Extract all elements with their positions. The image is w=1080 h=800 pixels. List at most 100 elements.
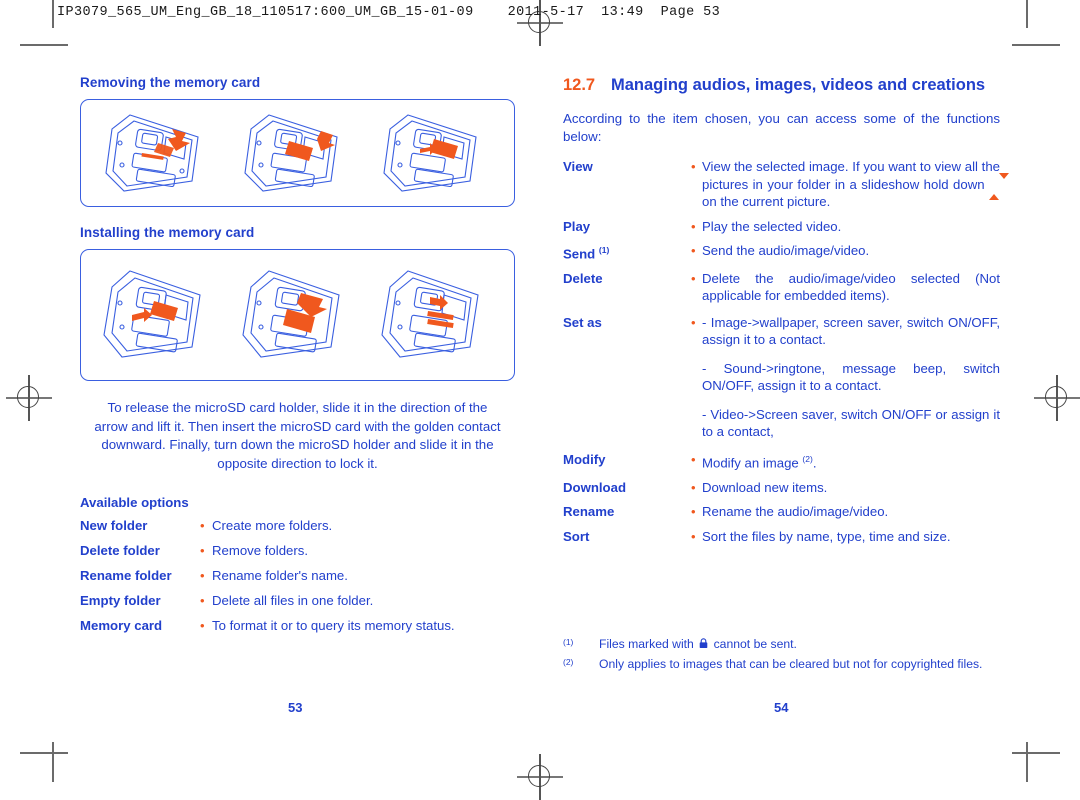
option-row-memory-card: Memory card • To format it or to query i…: [80, 617, 515, 634]
function-row-sort: Sort • Sort the files by name, type, tim…: [563, 528, 1000, 546]
function-description: Play the selected video.: [702, 218, 842, 234]
left-page-column: Removing the memory card Installing the …: [80, 75, 515, 642]
function-term: Modify: [563, 451, 606, 467]
function-row-modify: Modify • Modify an image (2).: [563, 451, 1000, 472]
function-description-after: on the current picture.: [702, 194, 831, 209]
function-description-text: Modify an image: [702, 455, 803, 471]
footnote-text: Only applies to images that can be clear…: [599, 656, 983, 671]
footnote-text-before: Files marked with: [599, 637, 698, 651]
bullet-icon: •: [691, 270, 696, 286]
bullet-icon: •: [691, 504, 696, 520]
heading-available-options: Available options: [80, 495, 189, 510]
bullet-icon: •: [691, 479, 696, 495]
print-header-text: IP3079_565_UM_Eng_GB_18_110517:600_UM_GB…: [57, 5, 721, 20]
trim-mark-top-left-horizontal: [20, 44, 68, 46]
function-description: View the selected image. If you want to …: [702, 158, 1009, 211]
bullet-icon: •: [691, 314, 696, 330]
function-description-tail: .: [812, 455, 817, 471]
option-term: Memory card: [80, 618, 163, 633]
option-row-empty-folder: Empty folder • Delete all files in one f…: [80, 592, 515, 609]
option-description: To format it or to query its memory stat…: [212, 618, 455, 633]
option-description: Create more folders.: [212, 518, 333, 533]
function-row-rename: Rename • Rename the audio/image/video.: [563, 503, 1000, 521]
function-row-send: Send (1) • Send the audio/image/video.: [563, 242, 1000, 263]
intro-paragraph: According to the item chosen, you can ac…: [563, 111, 1000, 144]
footnote-ref-1: (1): [598, 245, 610, 255]
set-as-sub-item-video: - Video->Screen saver, switch ON/OFF or …: [702, 406, 1000, 440]
function-row-play: Play • Play the selected video.: [563, 218, 1000, 236]
option-description: Delete all files in one folder.: [212, 593, 374, 608]
function-term: Download: [563, 479, 627, 495]
page-number-right: 54: [774, 700, 789, 715]
bullet-icon: •: [691, 528, 696, 544]
trim-mark-bottom-left-horizontal: [20, 752, 68, 754]
illustration-removing-memory-card: [80, 99, 515, 207]
page-number-left: 53: [288, 700, 303, 715]
registration-mark-right: [1034, 375, 1080, 421]
function-description: Delete the audio/image/video selected (N…: [702, 270, 1000, 304]
section-heading: 12.7 Managing audios, images, videos and…: [563, 75, 1000, 96]
function-term: Send (1): [563, 242, 691, 263]
option-term: Delete folder: [80, 543, 160, 558]
phone-illustration-install-step2: [241, 270, 340, 358]
section-title: Managing audios, images, videos and crea…: [611, 76, 986, 94]
function-description: - Image->wallpaper, screen saver, switch…: [702, 314, 1000, 441]
bullet-icon: •: [200, 518, 205, 533]
function-description: Download new items.: [702, 479, 828, 495]
set-as-sub-item-image: - Image->wallpaper, screen saver, switch…: [702, 314, 1000, 348]
microsd-instruction-paragraph: To release the microSD card holder, slid…: [94, 400, 501, 471]
trim-mark-bottom-right-horizontal: [1012, 752, 1060, 754]
function-row-delete: Delete • Delete the audio/image/video se…: [563, 270, 1000, 305]
set-as-sub-item-sound: - Sound->ringtone, message beep, switch …: [702, 360, 1000, 394]
registration-mark-left: [6, 375, 52, 421]
bullet-icon: •: [200, 543, 205, 558]
phone-illustration-remove-step2: [243, 114, 338, 192]
phone-illustration-remove-step1: [104, 114, 199, 192]
function-description: Sort the files by name, type, time and s…: [702, 528, 951, 544]
option-description: Rename folder's name.: [212, 568, 348, 583]
function-row-download: Download • Download new items.: [563, 479, 1000, 497]
function-term: Sort: [563, 528, 590, 544]
phone-illustration-install-step1: [102, 270, 201, 358]
right-page-column: 12.7 Managing audios, images, videos and…: [563, 75, 1009, 552]
option-description: Remove folders.: [212, 543, 309, 558]
footnote-1: (1) Files marked with cannot be sent.: [563, 636, 1000, 653]
trim-mark-top-right-horizontal: [1012, 44, 1060, 46]
function-description: Modify an image (2).: [702, 451, 1000, 472]
footnote-marker: (2): [563, 656, 574, 667]
phone-illustration-remove-step3: [382, 114, 477, 192]
function-description: Rename the audio/image/video.: [702, 504, 889, 520]
option-term: Empty folder: [80, 593, 161, 608]
footnotes-block: (1) Files marked with cannot be sent. (2…: [563, 636, 1000, 675]
function-term: Rename: [563, 504, 615, 520]
trim-mark-top-right-vertical: [1026, 0, 1028, 28]
manual-page-spread: IP3079_565_UM_Eng_GB_18_110517:600_UM_GB…: [0, 0, 1080, 800]
function-term: Set as: [563, 314, 602, 330]
heading-installing-memory-card: Installing the memory card: [80, 225, 255, 240]
bullet-icon: •: [691, 218, 696, 234]
option-row-delete-folder: Delete folder • Remove folders.: [80, 542, 515, 559]
option-term: New folder: [80, 518, 148, 533]
section-number: 12.7: [563, 76, 596, 94]
bullet-icon: •: [691, 243, 696, 258]
function-term: View: [563, 159, 593, 174]
illustration-installing-memory-card: [80, 249, 515, 381]
bullet-icon: •: [691, 451, 696, 467]
footnote-text: Files marked with cannot be sent.: [599, 636, 1000, 653]
option-term: Rename folder: [80, 568, 172, 583]
function-term: Delete: [563, 270, 603, 286]
bullet-icon: •: [200, 618, 205, 633]
trim-mark-bottom-left-vertical: [52, 742, 54, 782]
bullet-icon: •: [691, 159, 696, 174]
option-row-rename-folder: Rename folder • Rename folder's name.: [80, 567, 515, 584]
function-term: Play: [563, 218, 591, 234]
option-row-new-folder: New folder • Create more folders.: [80, 517, 515, 534]
lock-icon: [699, 638, 708, 648]
function-term-label: Send: [563, 246, 596, 262]
footnote-2: (2) Only applies to images that can be c…: [563, 656, 1000, 673]
footnote-ref-2: (2): [802, 453, 813, 464]
function-description: Send the audio/image/video.: [702, 243, 870, 258]
footnote-text-after: cannot be sent.: [710, 637, 797, 651]
function-description-before: View the selected image. If you want to …: [702, 159, 1000, 192]
trim-mark-bottom-right-vertical: [1026, 742, 1028, 782]
